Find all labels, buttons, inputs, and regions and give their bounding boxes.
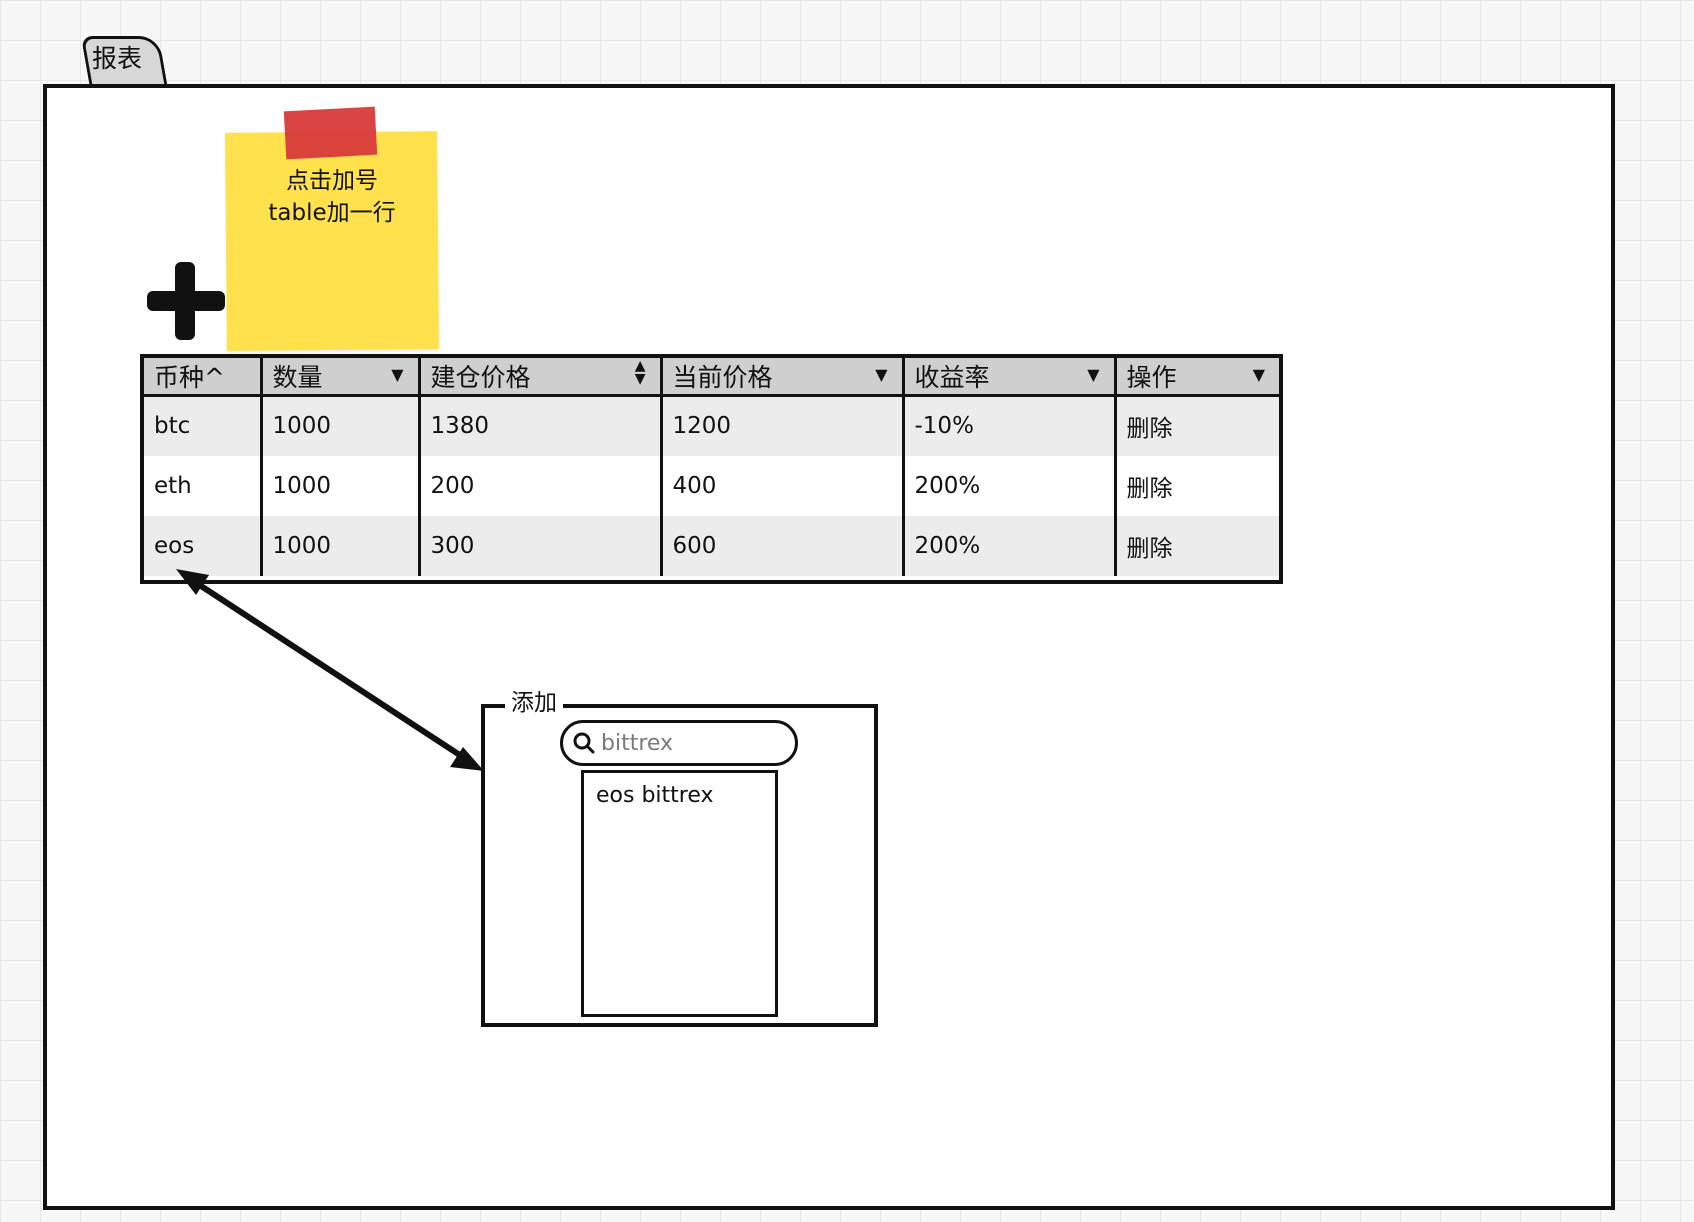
column-header-label: 操作 — [1126, 363, 1177, 392]
list-item[interactable]: eos bittrex — [584, 773, 775, 819]
column-header-label: 币种^ — [154, 363, 225, 392]
table-row[interactable]: eos 1000 300 600 200% 删除 — [144, 515, 1279, 576]
sort-both-icon[interactable]: ▲ ▼ — [635, 359, 646, 386]
column-header-label: 建仓价格 — [430, 363, 531, 392]
cell-entry-price: 1380 — [419, 395, 663, 456]
search-field[interactable] — [560, 720, 798, 766]
delete-link[interactable]: 删除 — [1115, 455, 1279, 516]
delete-link[interactable]: 删除 — [1115, 395, 1279, 456]
cell-coin: eth — [144, 455, 263, 516]
cell-current-price: 400 — [661, 455, 905, 516]
cell-return: 200% — [903, 515, 1117, 576]
search-results-list: eos bittrex — [581, 770, 778, 1017]
plus-icon[interactable] — [147, 262, 225, 340]
caret-down-icon[interactable]: ▼ — [1253, 367, 1265, 383]
column-header-label: 收益率 — [914, 363, 990, 392]
table-row[interactable]: btc 1000 1380 1200 -10% 删除 — [144, 395, 1279, 456]
column-header-quantity[interactable]: 数量 ▼ — [261, 358, 421, 397]
cell-quantity: 1000 — [261, 455, 421, 516]
column-header-return[interactable]: 收益率 ▼ — [903, 358, 1117, 397]
column-header-current-price[interactable]: 当前价格 ▼ — [661, 358, 905, 397]
cell-quantity: 1000 — [261, 395, 421, 456]
cell-return: -10% — [903, 395, 1117, 456]
delete-link[interactable]: 删除 — [1115, 515, 1279, 576]
add-panel-legend: 添加 — [505, 688, 563, 718]
sticky-note-text: 点击加号 table加一行 — [236, 165, 428, 229]
caret-down-icon[interactable]: ▼ — [391, 367, 403, 383]
cell-return: 200% — [903, 455, 1117, 516]
cell-coin: btc — [144, 395, 263, 456]
column-header-coin[interactable]: 币种^ — [144, 358, 263, 397]
cell-entry-price: 200 — [419, 455, 663, 516]
cell-quantity: 1000 — [261, 515, 421, 576]
cell-current-price: 600 — [661, 515, 905, 576]
search-input[interactable] — [601, 728, 786, 758]
tab-report-label[interactable]: 报表 — [92, 44, 142, 74]
cell-current-price: 1200 — [661, 395, 905, 456]
sticky-note-tape — [283, 106, 378, 160]
table-row[interactable]: eth 1000 200 400 200% 删除 — [144, 455, 1279, 516]
table-header-row: 币种^ 数量 ▼ 建仓价格 ▲ ▼ 当前价格 ▼ 收益率 ▼ 操作 ▼ — [144, 358, 1279, 397]
caret-down-icon[interactable]: ▼ — [1087, 367, 1099, 383]
column-header-label: 数量 — [272, 363, 323, 392]
column-header-action[interactable]: 操作 ▼ — [1115, 358, 1279, 397]
cell-coin: eos — [144, 515, 263, 576]
search-icon — [573, 732, 595, 754]
caret-down-icon[interactable]: ▼ — [875, 367, 887, 383]
column-header-label: 当前价格 — [672, 363, 773, 392]
holdings-table: 币种^ 数量 ▼ 建仓价格 ▲ ▼ 当前价格 ▼ 收益率 ▼ 操作 ▼ btc … — [140, 354, 1283, 584]
sticky-note-line: table加一行 — [268, 200, 396, 226]
cell-entry-price: 300 — [419, 515, 663, 576]
sticky-note-line: 点击加号 — [286, 168, 378, 194]
column-header-entry-price[interactable]: 建仓价格 ▲ ▼ — [419, 358, 663, 397]
